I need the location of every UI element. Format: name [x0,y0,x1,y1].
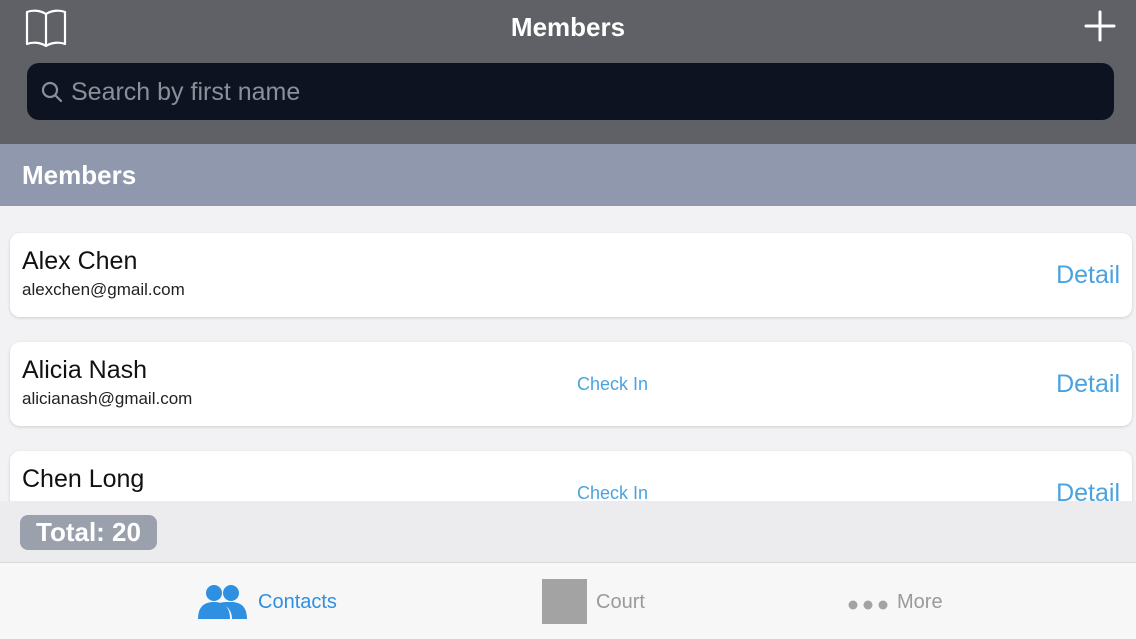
search-input[interactable] [71,73,1071,111]
member-row[interactable]: Alicia Nash alicianash@gmail.com Check I… [10,342,1132,426]
contacts-icon [194,583,250,626]
tab-court-label: Court [596,591,645,613]
tab-more[interactable]: More [846,563,956,639]
member-row[interactable]: Chen Long Check In Detail [10,451,1132,501]
member-email: alicianash@gmail.com [22,389,193,408]
search-icon [41,81,63,103]
tab-more-label: More [897,591,943,613]
check-in-button[interactable]: Check In [577,374,648,395]
total-badge: Total: 20 [20,515,157,550]
tab-bar: Contacts Court More [0,562,1136,639]
member-name: Chen Long [22,465,145,493]
search-bar [27,63,1114,120]
detail-button[interactable]: Detail [1056,261,1120,290]
section-header: Members [0,144,1136,206]
member-email: alexchen@gmail.com [22,280,185,299]
section-title: Members [22,160,137,190]
tab-court[interactable]: Court [540,563,670,639]
more-icon [848,597,888,615]
court-icon [542,579,587,624]
check-in-button[interactable]: Check In [577,483,648,501]
plus-icon[interactable] [1082,8,1118,44]
member-name: Alex Chen [22,247,138,275]
member-row[interactable]: Alex Chen alexchen@gmail.com Detail [10,233,1132,317]
member-list[interactable]: Alex Chen alexchen@gmail.com Detail Alic… [0,206,1136,501]
member-name: Alicia Nash [22,356,148,384]
detail-button[interactable]: Detail [1056,479,1120,501]
page-title: Members [510,12,626,42]
navigation-header: Members [0,0,1136,144]
tab-contacts-label: Contacts [258,591,337,613]
tab-contacts[interactable]: Contacts [190,563,360,639]
detail-button[interactable]: Detail [1056,370,1120,399]
total-bar: Total: 20 [0,501,1136,562]
